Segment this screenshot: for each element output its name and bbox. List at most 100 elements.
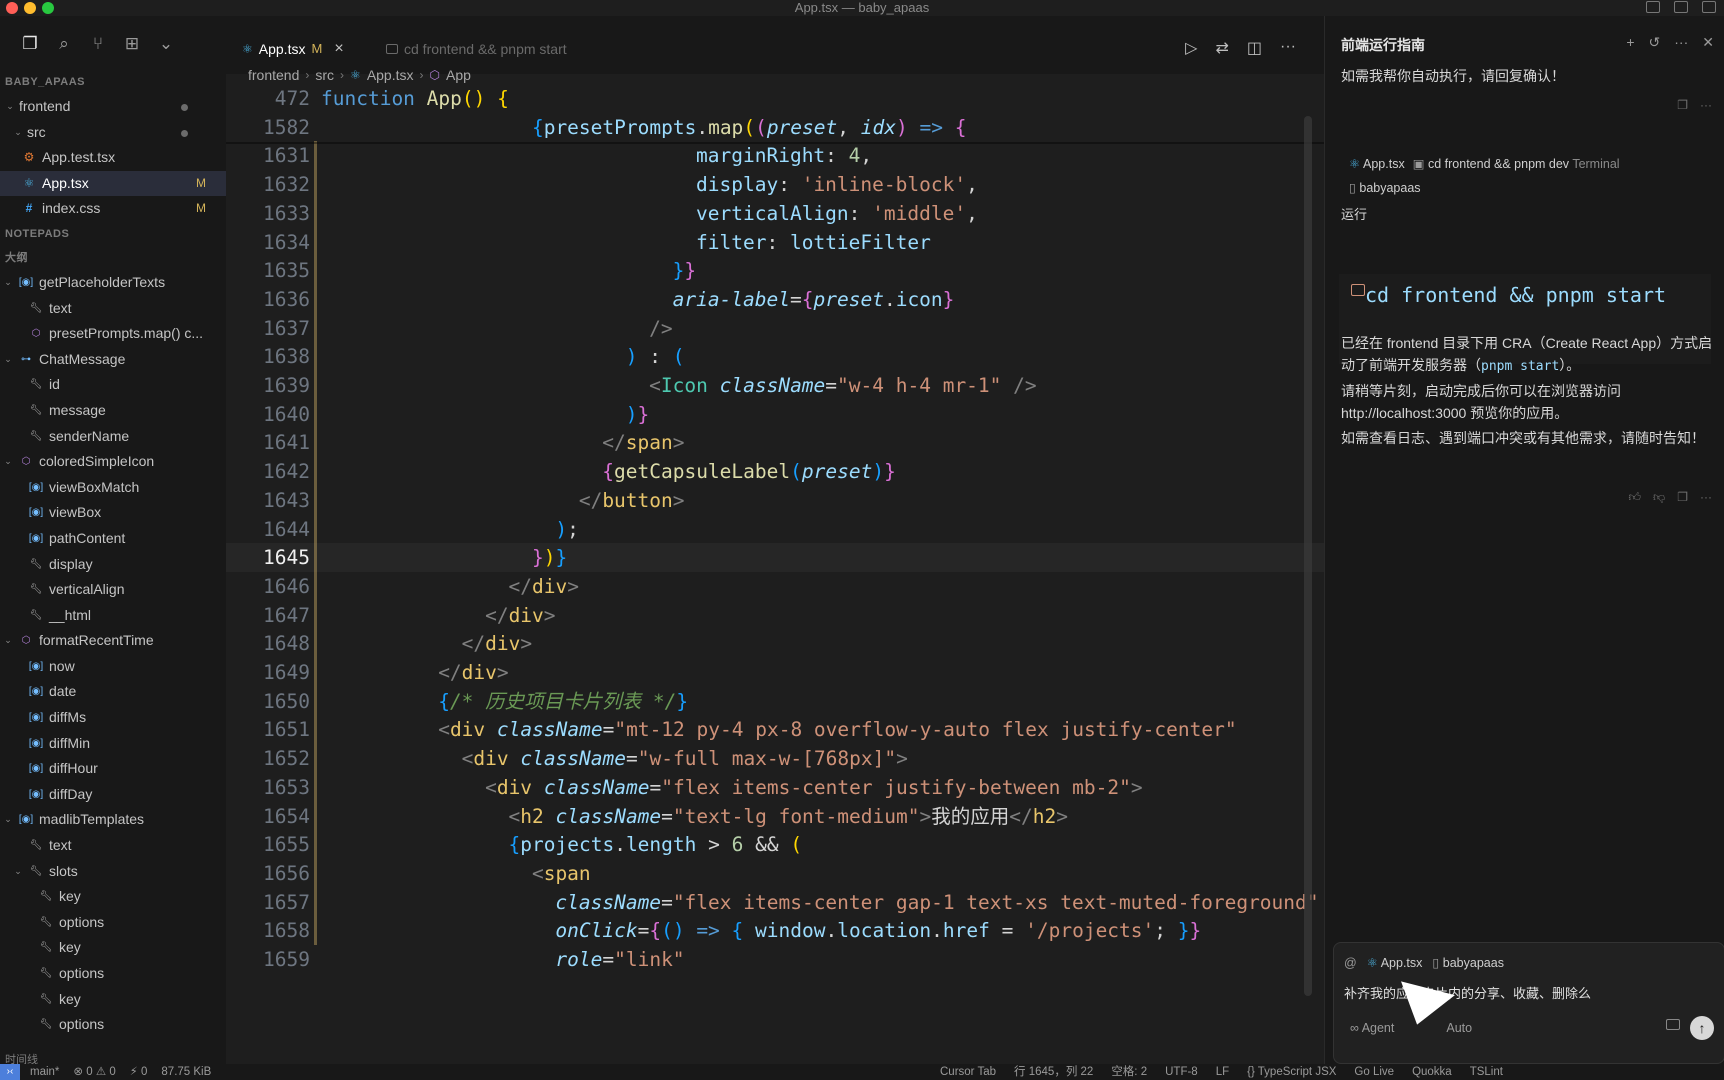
code-line[interactable]: 472 function App() { bbox=[226, 84, 1324, 113]
tab-terminal[interactable]: cd frontend && pnpm start bbox=[386, 35, 567, 63]
breadcrumb-item[interactable]: App bbox=[446, 67, 471, 83]
outline-item[interactable]: 🔧︎ id bbox=[0, 372, 226, 398]
code-line[interactable]: 1631 marginRight: 4, bbox=[226, 141, 1324, 170]
explorer-item[interactable]: ⚛ App.tsx M bbox=[0, 170, 226, 197]
outline-title[interactable]: 大纲 bbox=[0, 246, 226, 270]
source-control-icon[interactable]: ⑂ bbox=[88, 34, 108, 54]
chat-input-field[interactable]: 补齐我的应用卡片内的分享、收藏、删除么 bbox=[1344, 983, 1591, 1002]
breadcrumb-item[interactable]: src bbox=[315, 67, 334, 83]
outline-item[interactable]: 🔧︎ __html bbox=[0, 603, 226, 629]
outline-item[interactable]: 🔧︎ text bbox=[0, 296, 226, 322]
outline-item[interactable]: 🔧︎ options bbox=[0, 961, 226, 987]
code-line[interactable]: 1653 <div className="flex items-center ju… bbox=[226, 773, 1324, 802]
code-line[interactable]: 1582 {presetPrompts.map((preset, idx) => … bbox=[226, 113, 1324, 142]
code-line[interactable]: 1638) : ( bbox=[226, 342, 1324, 371]
outline-item[interactable]: 🔧︎ key bbox=[0, 987, 226, 1013]
more-icon[interactable]: ··· bbox=[1700, 490, 1712, 505]
outline-item[interactable]: [◉] diffMin bbox=[0, 731, 226, 757]
explorer-item[interactable]: ⌄ frontend bbox=[0, 94, 226, 120]
repo-chip[interactable]: ▯ babyapaas bbox=[1349, 180, 1421, 195]
chevron-down-icon[interactable]: ⌄ bbox=[2, 628, 14, 654]
code-line[interactable]: 1633 verticalAlign: 'middle', bbox=[226, 199, 1324, 228]
code-line[interactable]: 1657 className="flex items-center gap-1 t… bbox=[226, 888, 1324, 917]
history-icon[interactable]: ↺ bbox=[1649, 34, 1661, 51]
outline-item[interactable]: ⌄ [◉] madlibTemplates bbox=[0, 807, 226, 833]
outline-item[interactable]: 🔧︎ key bbox=[0, 935, 226, 961]
outline-item[interactable]: 🔧︎ senderName bbox=[0, 424, 226, 450]
toggle-panel-icon[interactable] bbox=[1674, 1, 1688, 13]
chat-input-box[interactable]: @ ⚛ App.tsx ▯ babyapaas 补齐我的应用卡片内的分享、收藏、… bbox=[1333, 942, 1724, 1064]
outline-item[interactable]: [◉] pathContent bbox=[0, 526, 226, 552]
status-item[interactable]: ⚡ 0 bbox=[130, 1064, 148, 1080]
outline-item[interactable]: 🔧︎ key bbox=[0, 884, 226, 910]
close-tab-icon[interactable]: × bbox=[334, 35, 343, 63]
thumbs-up-icon[interactable]: 👍︎ bbox=[1629, 490, 1642, 505]
status-item[interactable]: 空格: 2 bbox=[1111, 1064, 1147, 1080]
split-editor-icon[interactable]: ◫ bbox=[1247, 38, 1262, 58]
breadcrumb-item[interactable]: App.tsx bbox=[367, 67, 414, 83]
status-item[interactable]: 行 1645，列 22 bbox=[1014, 1064, 1093, 1080]
outline-item[interactable]: 🔧︎ text bbox=[0, 833, 226, 859]
chevron-down-icon[interactable]: ⌄ bbox=[2, 270, 14, 296]
status-item[interactable]: Cursor Tab bbox=[940, 1064, 996, 1080]
code-line[interactable]: 1649 </div> bbox=[226, 658, 1324, 687]
chevron-down-icon[interactable]: ⌄ bbox=[12, 859, 24, 885]
code-line[interactable]: 1632 display: 'inline-block', bbox=[226, 170, 1324, 199]
outline-item[interactable]: [◉] viewBox bbox=[0, 500, 226, 526]
outline-item[interactable]: 🔧︎ options bbox=[0, 910, 226, 936]
more-icon[interactable]: ··· bbox=[1700, 98, 1712, 112]
outline-item[interactable]: [◉] diffDay bbox=[0, 782, 226, 808]
code-line[interactable]: 1644); bbox=[226, 515, 1324, 544]
outline-item[interactable]: ⌄ [◉] getPlaceholderTexts bbox=[0, 270, 226, 296]
outline-item[interactable]: [◉] viewBoxMatch bbox=[0, 475, 226, 501]
run-icon[interactable]: ▷ bbox=[1185, 38, 1197, 58]
outline-item[interactable]: [◉] diffHour bbox=[0, 756, 226, 782]
file-chip[interactable]: ⚛ App.tsx bbox=[1367, 955, 1423, 970]
outline-item[interactable]: ⬡ presetPrompts.map() c... bbox=[0, 321, 226, 347]
code-line[interactable]: 1637 /> bbox=[226, 314, 1324, 343]
code-line[interactable]: 1659 role="link" bbox=[226, 945, 1324, 974]
outline-item[interactable]: 🔧︎ message bbox=[0, 398, 226, 424]
agent-mode-dropdown[interactable]: ∞ Agent bbox=[1350, 1021, 1394, 1035]
model-dropdown[interactable]: Auto bbox=[1446, 1021, 1472, 1035]
repo-chip[interactable]: ▯ babyapaas bbox=[1432, 955, 1504, 970]
toggle-sidebar-icon[interactable] bbox=[1646, 1, 1660, 13]
status-item[interactable]: 87.75 KiB bbox=[161, 1064, 211, 1080]
code-line[interactable]: 1651 <div className="mt-12 py-4 px-8 over… bbox=[226, 715, 1324, 744]
new-chat-icon[interactable]: + bbox=[1626, 34, 1634, 51]
status-item[interactable]: TSLint bbox=[1470, 1064, 1503, 1080]
explorer-item[interactable]: ⚙ App.test.tsx bbox=[0, 145, 226, 171]
outline-item[interactable]: 🔧︎ display bbox=[0, 552, 226, 578]
image-attach-icon[interactable] bbox=[1666, 1019, 1680, 1030]
chevron-down-icon[interactable]: ⌄ bbox=[12, 120, 24, 146]
status-item[interactable]: UTF-8 bbox=[1165, 1064, 1198, 1080]
close-icon[interactable]: ✕ bbox=[1702, 34, 1714, 51]
outline-item[interactable]: [◉] diffMs bbox=[0, 705, 226, 731]
explorer-item[interactable]: ⌄ src bbox=[0, 120, 226, 146]
terminal-chip[interactable]: ▣ cd frontend && pnpm dev Terminal bbox=[1413, 156, 1620, 171]
outline-item[interactable]: ⌄ 🔧︎ slots bbox=[0, 859, 226, 885]
toggle-secondary-sidebar-icon[interactable] bbox=[1702, 1, 1716, 13]
code-line[interactable]: 1640)} bbox=[226, 400, 1324, 429]
explorer-root-title[interactable]: BABY_APAAS bbox=[0, 70, 226, 94]
code-line[interactable]: 1646 </div> bbox=[226, 572, 1324, 601]
code-line[interactable]: 1639 <Icon className="w-4 h-4 mr-1" /> bbox=[226, 371, 1324, 400]
chevron-down-icon[interactable]: ⌄ bbox=[2, 347, 14, 373]
status-item[interactable]: ⊗ 0 ⚠ 0 bbox=[73, 1064, 115, 1080]
code-line[interactable]: 1656 <span bbox=[226, 859, 1324, 888]
send-button[interactable]: ↑ bbox=[1690, 1016, 1714, 1040]
mention-button[interactable]: @ bbox=[1344, 956, 1357, 970]
outline-item[interactable]: [◉] now bbox=[0, 654, 226, 680]
chevron-down-icon[interactable]: ⌄ bbox=[4, 94, 16, 120]
outline-item[interactable]: ⌄ ⬡ coloredSimpleIcon bbox=[0, 449, 226, 475]
compare-icon[interactable]: ⇄ bbox=[1215, 38, 1228, 58]
status-item[interactable]: Quokka bbox=[1412, 1064, 1452, 1080]
editor-scrollbar[interactable] bbox=[1304, 116, 1312, 996]
code-line[interactable]: 1645})} bbox=[226, 543, 1324, 573]
code-line[interactable]: 1647 </div> bbox=[226, 601, 1324, 630]
code-line[interactable]: 1654 <h2 className="text-lg font-medium">… bbox=[226, 802, 1324, 831]
search-icon[interactable]: ⌕ bbox=[54, 34, 74, 54]
code-line[interactable]: 1642 {getCapsuleLabel(preset)} bbox=[226, 457, 1324, 486]
code-line[interactable]: 1648 </div> bbox=[226, 629, 1324, 658]
chevron-down-icon[interactable]: ⌄ bbox=[156, 34, 176, 54]
